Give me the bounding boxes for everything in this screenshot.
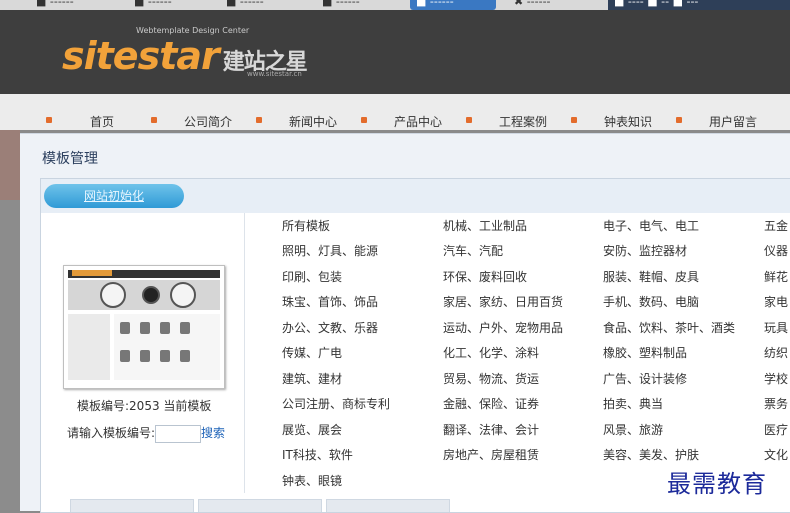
nav-item-products[interactable]: 产品中心 [394,113,442,130]
category-link[interactable]: 环保、废料回收 [443,268,527,285]
thumb-sidebar [68,314,110,380]
category-link[interactable]: 钟表、眼镜 [282,472,342,489]
category-link[interactable]: 办公、文教、乐器 [282,319,378,336]
toolbar-item[interactable]: ✖ ------ [514,0,551,10]
category-link[interactable]: 服装、鞋帽、皮具 [603,268,699,285]
nav-item-home[interactable]: 首页 [90,113,114,130]
category-link[interactable]: 五金 [764,217,788,234]
logo-tagline: Webtemplate Design Center [136,26,250,35]
toolbar-item[interactable]: ■ ------ [36,0,74,10]
panel-divider [244,213,245,493]
category-link[interactable]: 珠宝、首饰、饰品 [282,293,378,310]
thumb-logo [72,270,112,276]
bottom-tab[interactable] [70,499,194,512]
toolbar-item[interactable]: ■ ------ [226,0,264,10]
current-template-info: 模板编号:2053 当前模板 [77,399,212,413]
category-link[interactable]: 机械、工业制品 [443,217,527,234]
category-link[interactable]: 风景、旅游 [603,421,663,438]
logo-brand-text: sitestar [62,34,220,78]
watch-image [180,350,190,362]
site-nav: 首页 公司简介 新闻中心 产品中心 工程案例 钟表知识 用户留言 [0,94,790,130]
watch-image [120,350,130,362]
watch-image [160,322,170,334]
category-link[interactable]: 翻译、法律、会计 [443,421,539,438]
panel-toolbar: 网站初始化 [41,179,790,213]
watch-image [140,322,150,334]
category-link[interactable]: 展览、展会 [282,421,342,438]
category-link[interactable]: 印刷、包装 [282,268,342,285]
category-link[interactable]: 房地产、房屋租赁 [443,446,539,463]
nav-item-cases[interactable]: 工程案例 [499,113,547,130]
nav-bullet-icon [466,117,472,123]
admin-toolbar: ■ ------ ■ ------ ■ ------ ■ ------ ■ --… [0,0,790,10]
clock-image [170,282,196,308]
category-link[interactable]: 美容、美发、护肤 [603,446,699,463]
category-link[interactable]: 文化 [764,446,788,463]
bottom-tab[interactable] [326,499,450,512]
site-init-button[interactable]: 网站初始化 [44,184,184,208]
site-header: Webtemplate Design Center sitestar 建站之星 w… [0,10,790,94]
page-backdrop [0,200,20,510]
category-link[interactable]: 照明、灯具、能源 [282,242,378,259]
category-link[interactable]: 电子、电气、电工 [603,217,699,234]
category-link[interactable]: 金融、保险、证券 [443,395,539,412]
nav-bullet-icon [676,117,682,123]
nav-bullet-icon [46,117,52,123]
watch-image [140,350,150,362]
category-link[interactable]: 仪器 [764,242,788,259]
dialog-title: 模板管理 [42,151,98,167]
category-link[interactable]: 家电 [764,293,788,310]
template-search-row: 请输入模板编号: 搜索 [67,424,225,443]
category-link[interactable]: 传媒、广电 [282,344,342,361]
template-panel: 网站初始化 模板编号:2053 当前模板 请输入模板编号: 搜索 所有模板 照明… [40,178,790,513]
category-link[interactable]: 手机、数码、电脑 [603,293,699,310]
category-link[interactable]: 食品、饮料、茶叶、酒类 [603,319,735,336]
toolbar-item-active[interactable]: ■ ------ [410,0,496,10]
toolbar-item[interactable]: ■ ------ [322,0,360,10]
category-link[interactable]: 所有模板 [282,217,330,234]
logo-url: www.sitestar.cn [247,70,302,78]
category-link[interactable]: 广告、设计装修 [603,370,687,387]
category-link[interactable]: 票务 [764,395,788,412]
watch-image [160,350,170,362]
category-link[interactable]: 化工、化学、涂料 [443,344,539,361]
category-link[interactable]: IT科技、软件 [282,446,353,463]
nav-bullet-icon [151,117,157,123]
category-link[interactable]: 鲜花 [764,268,788,285]
template-manager-dialog: 模板管理 网站初始化 模板编号:2053 当前模板 请输入模板编号: 搜索 所有… [20,133,790,513]
watermark-text: 最需教育 [667,470,767,498]
toolbar-item[interactable]: ■ ------ [134,0,172,10]
category-link[interactable]: 拍卖、典当 [603,395,663,412]
nav-bullet-icon [256,117,262,123]
category-link[interactable]: 橡胶、塑料制品 [603,344,687,361]
category-link[interactable]: 建筑、建材 [282,370,342,387]
current-template-thumbnail[interactable] [63,265,225,389]
site-logo[interactable]: Webtemplate Design Center sitestar 建站之星 w… [62,26,308,78]
template-number-input[interactable] [155,424,202,443]
clock-image [142,286,160,304]
category-link[interactable]: 汽车、汽配 [443,242,503,259]
watch-image [180,322,190,334]
nav-bullet-icon [361,117,367,123]
search-link[interactable]: 搜索 [201,426,225,440]
template-number-label: 请输入模板编号: [67,426,156,440]
category-link[interactable]: 运动、户外、宠物用品 [443,319,563,336]
nav-item-news[interactable]: 新闻中心 [289,113,337,130]
nav-item-about[interactable]: 公司简介 [184,113,232,130]
nav-item-knowledge[interactable]: 钟表知识 [604,113,652,130]
nav-item-guestbook[interactable]: 用户留言 [709,113,757,130]
watch-image [120,322,130,334]
clock-image [100,282,126,308]
category-link[interactable]: 家居、家纺、日用百货 [443,293,563,310]
category-link[interactable]: 学校 [764,370,788,387]
category-link[interactable]: 安防、监控器材 [603,242,687,259]
toolbar-user-area[interactable]: ■ ---- ■ -- ■ --- [608,0,790,10]
category-link[interactable]: 贸易、物流、货运 [443,370,539,387]
category-link[interactable]: 公司注册、商标专利 [282,395,390,412]
nav-bullet-icon [571,117,577,123]
category-link[interactable]: 医疗 [764,421,788,438]
category-link[interactable]: 纺织 [764,344,788,361]
category-link[interactable]: 玩具 [764,319,788,336]
bottom-tab[interactable] [198,499,322,512]
